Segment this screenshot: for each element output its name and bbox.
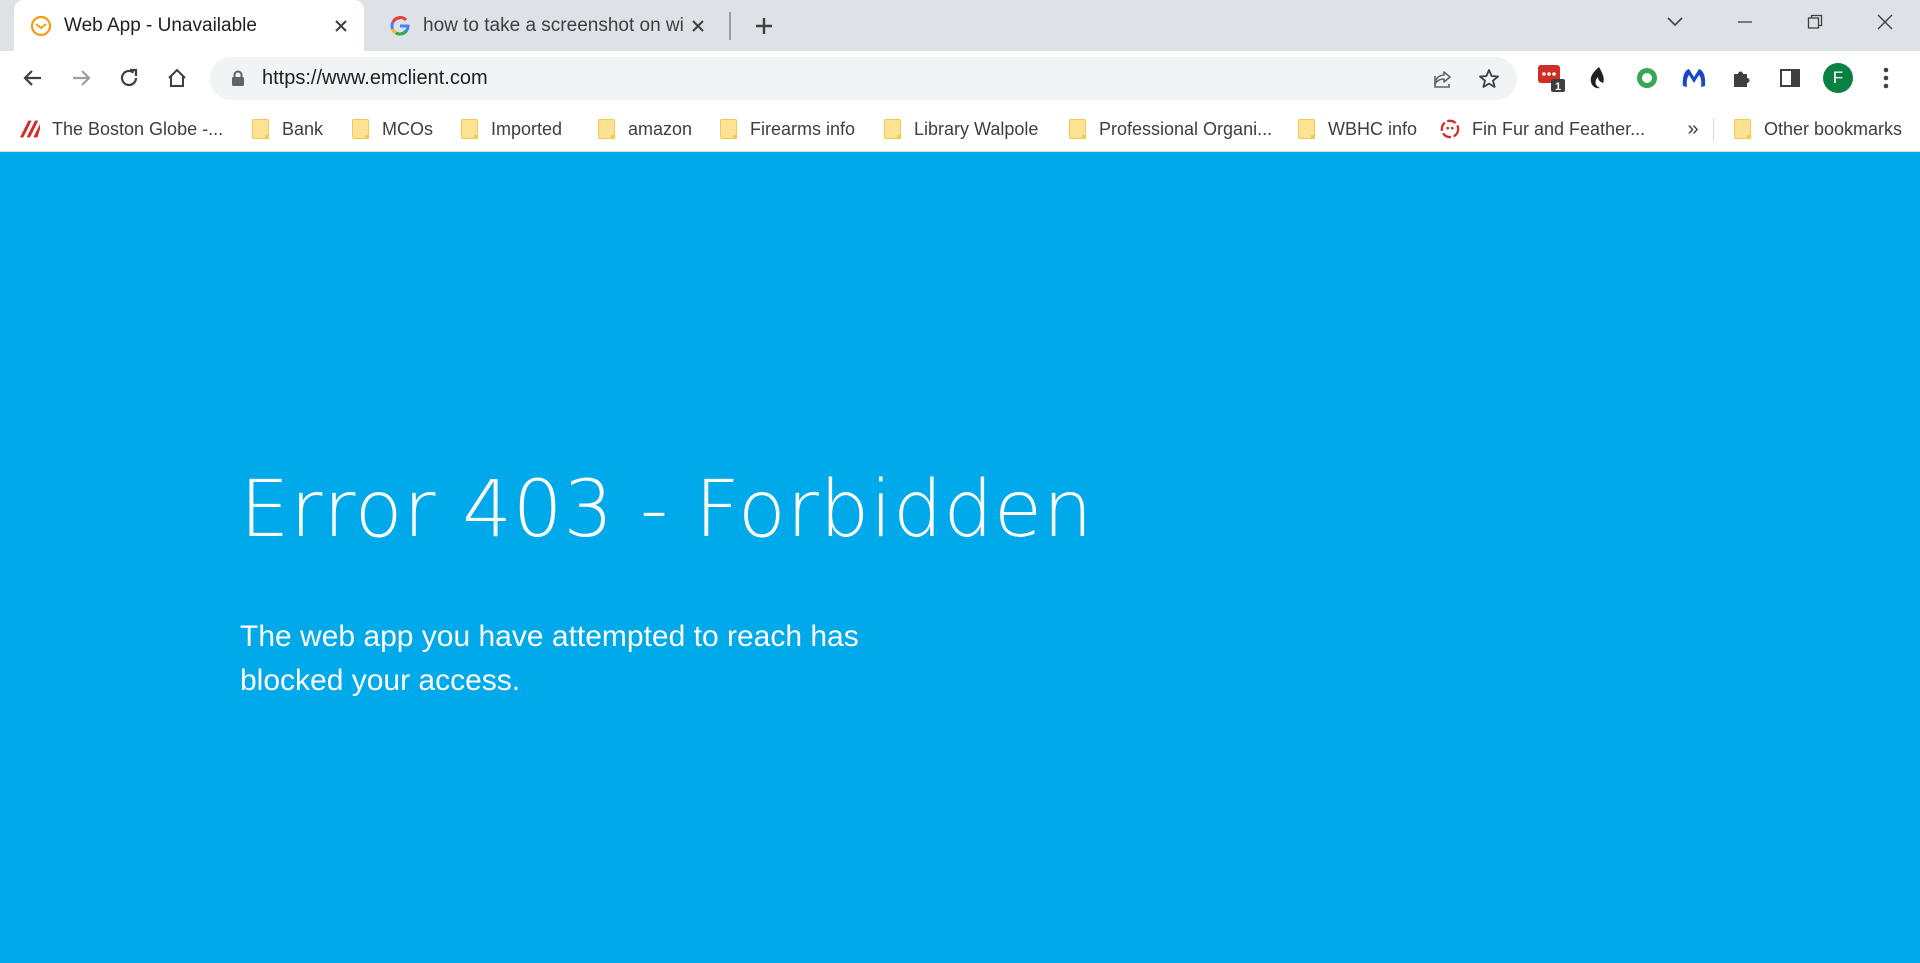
- lastpass-extension-icon[interactable]: 1: [1534, 61, 1568, 95]
- arrow-left-icon: [23, 70, 41, 86]
- bookmark-label: Professional Organi...: [1099, 118, 1273, 139]
- minimize-icon: [1738, 21, 1752, 23]
- page-title: Error 403 - Forbidden: [240, 465, 1094, 555]
- extensions-puzzle-icon[interactable]: [1725, 61, 1759, 95]
- home-button[interactable]: [158, 59, 196, 97]
- bookmark-folder-firearms-info[interactable]: Firearms info: [718, 114, 855, 144]
- bookmark-label: amazon: [628, 118, 693, 139]
- restore-button[interactable]: [1780, 0, 1850, 44]
- chevron-down-icon: [1667, 17, 1683, 27]
- folder-icon: [459, 119, 479, 139]
- bookmark-folder-imported[interactable]: Imported: [459, 114, 562, 144]
- share-icon[interactable]: [1425, 61, 1461, 97]
- bookmark-folder-mcos[interactable]: MCOs: [350, 114, 433, 144]
- arrow-right-icon: [73, 70, 91, 86]
- bookmark-boston-globe[interactable]: The Boston Globe -...: [20, 114, 223, 144]
- bookmark-label: Imported: [491, 118, 563, 139]
- tab-web-app-unavailable[interactable]: Web App - Unavailable: [14, 0, 364, 51]
- folder-icon: [596, 119, 616, 139]
- profile-avatar-button[interactable]: F: [1821, 61, 1855, 95]
- close-icon: [1877, 14, 1893, 30]
- fin-fur-feather-icon: [1440, 119, 1460, 139]
- reload-button[interactable]: [110, 59, 148, 97]
- tab-separator: [729, 12, 731, 40]
- restore-icon: [1807, 14, 1823, 29]
- bookmarks-bar: The Boston Globe -... Bank MCOs Imported…: [0, 106, 1920, 152]
- bookmark-folder-professional-organi[interactable]: Professional Organi...: [1067, 114, 1272, 144]
- bookmarks-divider: [1713, 118, 1714, 142]
- forward-button[interactable]: [62, 59, 100, 97]
- bookmark-label: WBHC info: [1328, 118, 1418, 139]
- home-icon: [168, 68, 186, 87]
- error-page: Error 403 - Forbidden The web app you ha…: [0, 153, 1920, 963]
- google-g-icon: [389, 15, 411, 37]
- bookmark-folder-amazon[interactable]: amazon: [596, 114, 692, 144]
- tab-title: Web App - Unavailable: [64, 14, 257, 36]
- extension-badge-count: 1: [1555, 81, 1561, 93]
- bookmark-label: Library Walpole: [914, 118, 1039, 139]
- folder-icon: [1732, 119, 1752, 139]
- other-bookmarks-folder[interactable]: Other bookmarks: [1732, 114, 1902, 144]
- reload-icon: [120, 68, 138, 87]
- bookmark-label: Firearms info: [750, 118, 856, 139]
- bookmark-label: Fin Fur and Feather...: [1472, 118, 1646, 139]
- side-panel-icon[interactable]: [1773, 61, 1807, 95]
- folder-icon: [350, 119, 370, 139]
- bookmarks-overflow-button[interactable]: »: [1682, 114, 1704, 144]
- bookmark-label: MCOs: [382, 118, 433, 139]
- folder-icon: [882, 119, 902, 139]
- url-text[interactable]: https://www.emclient.com: [262, 67, 1425, 90]
- bookmark-label: Bank: [282, 118, 324, 139]
- bookmark-label: The Boston Globe -...: [52, 118, 224, 139]
- avatar: F: [1823, 63, 1853, 93]
- tab-title: how to take a screenshot on windows: [423, 14, 683, 36]
- bookmark-label: Other bookmarks: [1764, 118, 1903, 139]
- error-message: The web app you have attempted to reach …: [240, 620, 859, 697]
- close-icon[interactable]: [326, 11, 356, 41]
- bookmark-star-icon[interactable]: [1471, 61, 1507, 97]
- emclient-envelope-icon: [30, 15, 52, 37]
- window-controls: [1640, 0, 1920, 44]
- menu-kebab-icon[interactable]: [1869, 61, 1903, 95]
- folder-icon: [1296, 119, 1316, 139]
- green-ring-extension-icon[interactable]: [1630, 61, 1664, 95]
- folder-icon: [1067, 119, 1087, 139]
- folder-icon: [718, 119, 738, 139]
- close-icon[interactable]: [683, 11, 713, 41]
- back-button[interactable]: [14, 59, 52, 97]
- tab-strip: Web App - Unavailable how to take a scre…: [0, 0, 1920, 51]
- minimize-button[interactable]: [1710, 0, 1780, 44]
- browser-toolbar: https://www.emclient.com 1 F: [0, 51, 1920, 106]
- bookmark-folder-library-walpole[interactable]: Library Walpole: [882, 114, 1038, 144]
- bookmark-fin-fur-feather[interactable]: Fin Fur and Feather...: [1440, 114, 1645, 144]
- bookmark-folder-bank[interactable]: Bank: [250, 114, 323, 144]
- malwarebytes-extension-icon[interactable]: [1677, 61, 1711, 95]
- new-tab-button[interactable]: [748, 10, 780, 42]
- address-bar[interactable]: https://www.emclient.com: [210, 57, 1517, 100]
- tab-google-search[interactable]: how to take a screenshot on windows: [371, 0, 721, 51]
- close-window-button[interactable]: [1850, 0, 1920, 44]
- tab-search-button[interactable]: [1640, 0, 1710, 44]
- bookmark-folder-wbhc-info[interactable]: WBHC info: [1296, 114, 1417, 144]
- flame-extension-icon[interactable]: [1581, 61, 1615, 95]
- plus-icon: [756, 18, 772, 34]
- boston-globe-icon: [20, 119, 40, 139]
- folder-icon: [250, 119, 270, 139]
- lock-icon[interactable]: [228, 69, 248, 89]
